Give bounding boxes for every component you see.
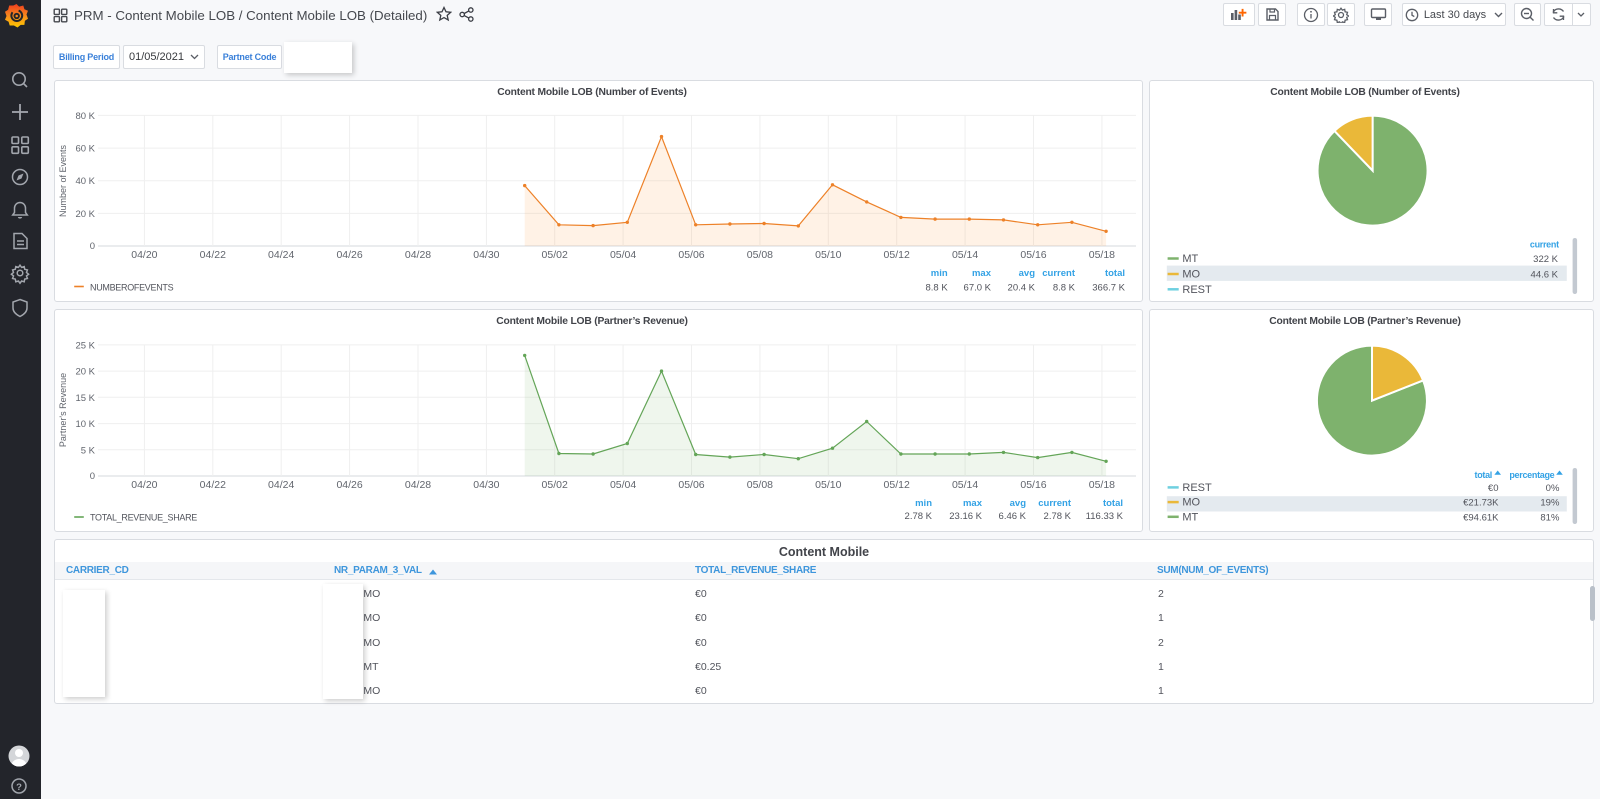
svg-text:percentage: percentage [1509, 470, 1554, 480]
svg-text:40 K: 40 K [75, 176, 95, 187]
svg-text:10 K: 10 K [75, 419, 95, 430]
svg-text:15 K: 15 K [75, 393, 95, 404]
svg-text:0%: 0% [1546, 483, 1560, 494]
svg-text:2.78 K: 2.78 K [905, 511, 933, 522]
svg-text:25 K: 25 K [75, 340, 95, 351]
svg-text:05/02: 05/02 [542, 479, 568, 491]
svg-text:MO: MO [1182, 497, 1200, 509]
svg-text:05/08: 05/08 [747, 479, 773, 491]
svg-text:€21.73K: €21.73K [1463, 498, 1499, 509]
svg-text:116.33 K: 116.33 K [1086, 511, 1124, 522]
svg-text:05/14: 05/14 [952, 479, 978, 491]
svg-text:max: max [963, 498, 983, 509]
svg-text:?: ? [16, 782, 22, 793]
svg-text:Partner's Revenue: Partner's Revenue [58, 373, 68, 447]
svg-text:322 K: 322 K [1533, 254, 1558, 265]
svg-text:04/22: 04/22 [200, 249, 226, 261]
svg-text:6.46 K: 6.46 K [999, 511, 1027, 522]
svg-text:MO: MO [1182, 269, 1200, 281]
svg-text:04/26: 04/26 [336, 479, 362, 491]
svg-text:366.7 K: 366.7 K [1092, 283, 1125, 294]
svg-text:MT: MT [1182, 511, 1198, 523]
svg-text:total: total [1103, 498, 1123, 509]
svg-text:€0: €0 [1488, 483, 1499, 494]
svg-text:05/04: 05/04 [610, 479, 636, 491]
svg-text:avg: avg [1010, 498, 1027, 509]
svg-text:current: current [1042, 268, 1076, 279]
svg-text:REST: REST [1182, 284, 1212, 296]
svg-text:max: max [972, 268, 992, 279]
svg-text:04/26: 04/26 [336, 249, 362, 261]
svg-text:67.0 K: 67.0 K [964, 283, 992, 294]
svg-text:05/12: 05/12 [884, 249, 910, 261]
svg-text:0: 0 [90, 471, 95, 482]
svg-text:min: min [915, 498, 932, 509]
svg-text:19%: 19% [1540, 498, 1560, 509]
svg-text:60 K: 60 K [75, 144, 95, 155]
svg-text:04/22: 04/22 [200, 479, 226, 491]
svg-text:05/06: 05/06 [678, 249, 704, 261]
svg-text:04/30: 04/30 [473, 479, 499, 491]
svg-text:05/10: 05/10 [815, 249, 841, 261]
svg-text:04/20: 04/20 [131, 249, 157, 261]
svg-text:05/08: 05/08 [747, 249, 773, 261]
svg-text:total: total [1475, 470, 1493, 480]
svg-text:05/04: 05/04 [610, 249, 636, 261]
svg-text:05/16: 05/16 [1020, 479, 1046, 491]
svg-text:04/20: 04/20 [131, 479, 157, 491]
svg-text:REST: REST [1182, 482, 1212, 494]
svg-text:04/24: 04/24 [268, 249, 294, 261]
svg-text:81%: 81% [1540, 512, 1560, 523]
svg-text:0: 0 [90, 241, 95, 252]
svg-text:05/12: 05/12 [884, 479, 910, 491]
svg-text:TOTAL_REVENUE_SHARE: TOTAL_REVENUE_SHARE [90, 513, 197, 523]
svg-text:20 K: 20 K [75, 209, 95, 220]
svg-text:05/02: 05/02 [542, 249, 568, 261]
svg-text:current: current [1038, 498, 1072, 509]
svg-text:Number of Events: Number of Events [58, 144, 68, 217]
svg-text:04/28: 04/28 [405, 249, 431, 261]
svg-text:5 K: 5 K [81, 445, 96, 456]
svg-text:current: current [1530, 240, 1559, 250]
svg-text:8.8 K: 8.8 K [926, 283, 949, 294]
svg-text:05/16: 05/16 [1020, 249, 1046, 261]
svg-text:total: total [1105, 268, 1125, 279]
svg-text:05/06: 05/06 [678, 479, 704, 491]
svg-text:05/18: 05/18 [1089, 249, 1115, 261]
svg-text:04/30: 04/30 [473, 249, 499, 261]
svg-text:80 K: 80 K [75, 111, 95, 122]
svg-text:05/10: 05/10 [815, 479, 841, 491]
svg-text:MT: MT [1182, 253, 1198, 265]
svg-text:23.16 K: 23.16 K [949, 511, 982, 522]
svg-text:04/24: 04/24 [268, 479, 294, 491]
svg-text:04/28: 04/28 [405, 479, 431, 491]
svg-text:2.78 K: 2.78 K [1044, 511, 1072, 522]
svg-text:20.4 K: 20.4 K [1008, 283, 1036, 294]
svg-text:avg: avg [1019, 268, 1036, 279]
svg-text:€94.61K: €94.61K [1463, 512, 1499, 523]
svg-text:05/18: 05/18 [1089, 479, 1115, 491]
svg-text:8.8 K: 8.8 K [1053, 283, 1076, 294]
svg-text:44.6 K: 44.6 K [1531, 270, 1559, 281]
svg-text:NUMBEROFEVENTS: NUMBEROFEVENTS [90, 283, 174, 293]
svg-text:05/14: 05/14 [952, 249, 978, 261]
svg-text:20 K: 20 K [75, 367, 95, 378]
svg-text:min: min [931, 268, 948, 279]
